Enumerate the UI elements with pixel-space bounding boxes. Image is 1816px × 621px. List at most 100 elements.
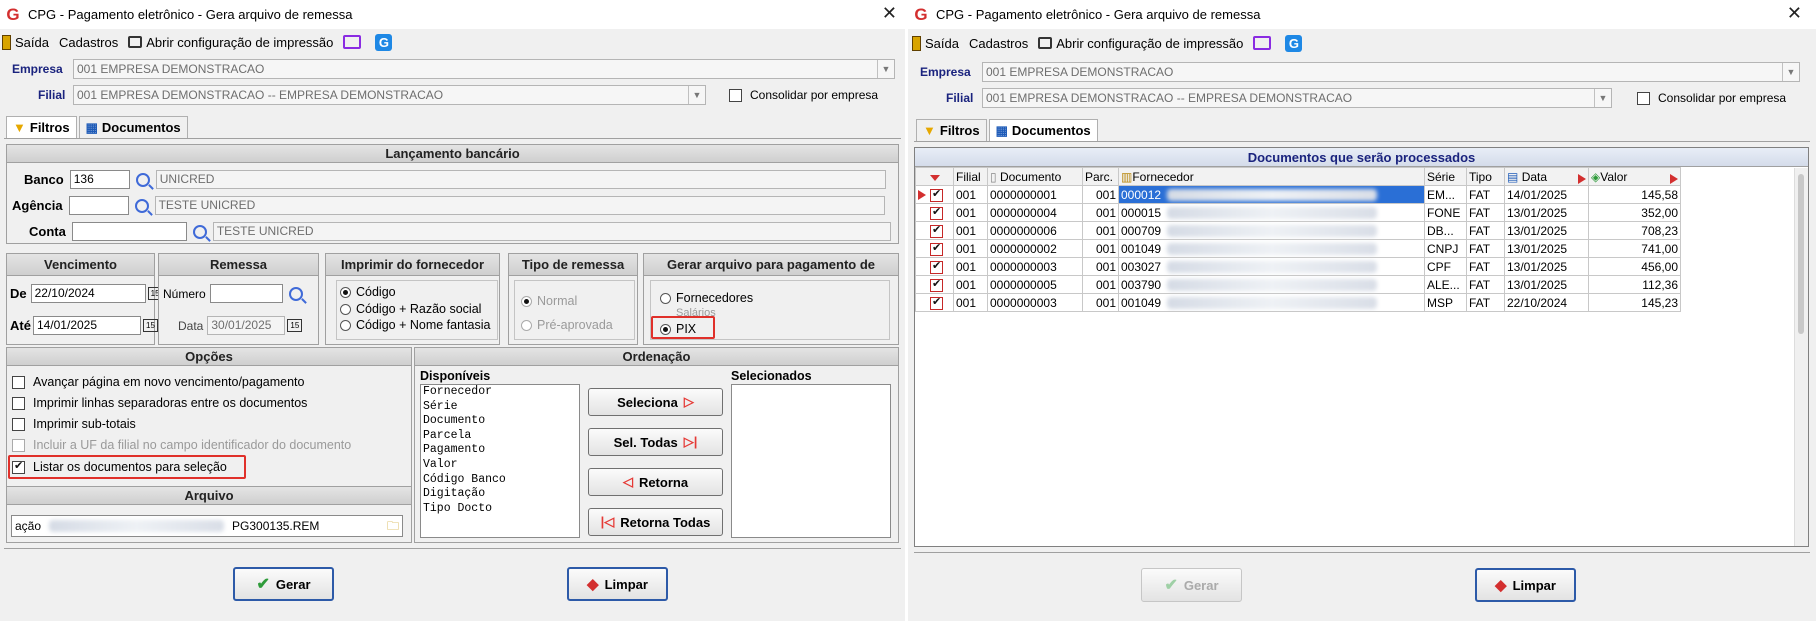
tipo-option-normal[interactable]: Normal bbox=[521, 294, 577, 308]
calendar-icon[interactable]: 15 bbox=[142, 319, 158, 332]
table-row[interactable]: 001 0000000003 001 003027 CPF FAT 13/01/2025 45… bbox=[915, 257, 1681, 276]
selecionados-list[interactable] bbox=[731, 384, 891, 538]
opcao-uf[interactable]: Incluir a UF da filial no campo identifi… bbox=[12, 438, 351, 452]
table-cell-tipo[interactable]: FAT bbox=[1466, 275, 1505, 294]
list-item[interactable]: Fornecedor bbox=[423, 385, 579, 400]
list-item[interactable]: Série bbox=[423, 400, 579, 415]
print-config-button[interactable]: Abrir configuração de impressão bbox=[128, 35, 333, 50]
checkbox[interactable] bbox=[12, 375, 25, 389]
row-selector[interactable] bbox=[915, 275, 954, 294]
column-header[interactable]: ▥Fornecedor bbox=[1118, 167, 1425, 186]
row-selector[interactable] bbox=[915, 185, 954, 204]
limpar-button[interactable]: ◆ Limpar bbox=[1475, 568, 1576, 602]
table-cell-forn[interactable]: 003027 bbox=[1118, 257, 1425, 276]
table-cell-valor[interactable]: 145,58 bbox=[1588, 185, 1681, 204]
column-header[interactable]: ▯ Documento bbox=[987, 167, 1083, 186]
tab-filtros[interactable]: ▼ Filtros bbox=[6, 116, 77, 138]
checkbox[interactable] bbox=[12, 438, 25, 452]
table-cell-doc[interactable]: 0000000003 bbox=[987, 257, 1083, 276]
row-selector[interactable] bbox=[915, 239, 954, 258]
opcao-linhas[interactable]: Imprimir linhas separadoras entre os doc… bbox=[12, 396, 307, 410]
table-row[interactable]: 001 0000000005 001 003790 ALE... FAT 13/01/202… bbox=[915, 275, 1681, 294]
table-cell-data[interactable]: 13/01/2025 bbox=[1504, 239, 1589, 258]
radio-button[interactable] bbox=[340, 286, 351, 298]
radio-button[interactable] bbox=[521, 295, 532, 307]
radio-button[interactable] bbox=[660, 292, 671, 304]
table-cell-tipo[interactable]: FAT bbox=[1466, 239, 1505, 258]
consolidar-checkbox[interactable] bbox=[1637, 92, 1650, 105]
close-icon[interactable]: ✕ bbox=[1787, 3, 1802, 24]
table-cell-filial[interactable]: 001 bbox=[953, 275, 988, 294]
column-header[interactable]: Tipo bbox=[1466, 167, 1505, 186]
table-cell-parc[interactable]: 001 bbox=[1082, 203, 1119, 222]
table-cell-doc[interactable]: 0000000005 bbox=[987, 275, 1083, 294]
filial-select[interactable]: 001 EMPRESA DEMONSTRACAO -- EMPRESA DEMO… bbox=[73, 85, 706, 105]
retorna-todas-button[interactable]: |◁ Retorna Todas bbox=[588, 508, 723, 536]
table-cell-parc[interactable]: 001 bbox=[1082, 239, 1119, 258]
list-item[interactable]: Tipo Docto bbox=[423, 502, 579, 517]
table-cell-data[interactable]: 13/01/2025 bbox=[1504, 221, 1589, 240]
row-selector[interactable] bbox=[915, 293, 954, 312]
table-cell-data[interactable]: 13/01/2025 bbox=[1504, 203, 1589, 222]
list-item[interactable]: Valor bbox=[423, 458, 579, 473]
gerar-button[interactable]: ✔ Gerar bbox=[1141, 568, 1242, 602]
table-cell-data[interactable]: 14/01/2025 bbox=[1504, 185, 1589, 204]
table-cell-forn[interactable]: 000012 bbox=[1118, 185, 1425, 204]
table-row[interactable]: 001 0000000001 001 000012 EM... FAT 14/01/2025… bbox=[915, 185, 1681, 204]
folder-icon[interactable]: 🗀 bbox=[387, 518, 399, 535]
table-cell-forn[interactable]: 001049 bbox=[1118, 239, 1425, 258]
table-cell-filial[interactable]: 001 bbox=[953, 221, 988, 240]
table-cell-doc[interactable]: 0000000006 bbox=[987, 221, 1083, 240]
table-cell-serie[interactable]: CNPJ bbox=[1424, 239, 1467, 258]
column-header[interactable]: ▤ Data bbox=[1504, 167, 1589, 186]
search-icon[interactable] bbox=[134, 198, 149, 213]
filial-select[interactable]: 001 EMPRESA DEMONSTRACAO -- EMPRESA DEMO… bbox=[982, 88, 1612, 108]
g-app-icon[interactable]: G bbox=[1285, 34, 1303, 52]
g-app-icon[interactable]: G bbox=[375, 33, 393, 51]
table-cell-serie[interactable]: CPF bbox=[1424, 257, 1467, 276]
venc-ate-input[interactable]: 14/01/2025 bbox=[32, 316, 141, 335]
monitor-icon[interactable] bbox=[343, 35, 362, 49]
table-cell-tipo[interactable]: FAT bbox=[1466, 257, 1505, 276]
radio-button[interactable] bbox=[340, 319, 351, 331]
table-row[interactable]: 001 0000000004 001 000015 FONE FAT 13/01/2025 3… bbox=[915, 203, 1681, 222]
table-cell-forn[interactable]: 000015 bbox=[1118, 203, 1425, 222]
gerar-option-fornecedores[interactable]: Fornecedores bbox=[660, 291, 753, 305]
radio-button[interactable] bbox=[340, 303, 351, 315]
table-cell-doc[interactable]: 0000000003 bbox=[987, 293, 1083, 312]
disponiveis-list[interactable]: Fornecedor Série Documento Parcela Pagam… bbox=[420, 384, 580, 538]
row-checkbox[interactable] bbox=[930, 259, 943, 274]
opcao-subtotais[interactable]: Imprimir sub-totais bbox=[12, 417, 136, 431]
search-icon[interactable] bbox=[192, 224, 207, 239]
table-cell-tipo[interactable]: FAT bbox=[1466, 293, 1505, 312]
row-selector[interactable] bbox=[915, 203, 954, 222]
cadastros-button[interactable]: Cadastros bbox=[59, 35, 118, 50]
close-icon[interactable]: ✕ bbox=[882, 3, 897, 24]
arquivo-input[interactable]: ação PG300135.REM 🗀 bbox=[11, 515, 403, 537]
table-cell-parc[interactable]: 001 bbox=[1082, 275, 1119, 294]
row-checkbox[interactable] bbox=[930, 241, 943, 256]
radio-button[interactable] bbox=[521, 319, 532, 331]
column-header[interactable]: Série bbox=[1424, 167, 1467, 186]
table-cell-valor[interactable]: 352,00 bbox=[1588, 203, 1681, 222]
opcao-avancar[interactable]: Avançar página em novo vencimento/pagame… bbox=[12, 375, 304, 389]
list-item[interactable]: Documento bbox=[423, 414, 579, 429]
empresa-select[interactable]: 001 EMPRESA DEMONSTRACAO ▼ bbox=[73, 59, 895, 79]
list-item[interactable]: Digitação bbox=[423, 487, 579, 502]
checkbox[interactable] bbox=[12, 417, 25, 431]
table-cell-forn[interactable]: 003790 bbox=[1118, 275, 1425, 294]
row-selector[interactable] bbox=[915, 221, 954, 240]
tab-documentos[interactable]: ▦ Documentos bbox=[78, 116, 188, 138]
imprimir-option-razao[interactable]: Código + Razão social bbox=[340, 302, 481, 316]
table-cell-valor[interactable]: 112,36 bbox=[1588, 275, 1681, 294]
table-cell-valor[interactable]: 456,00 bbox=[1588, 257, 1681, 276]
consolidar-checkbox[interactable] bbox=[729, 89, 742, 102]
table-cell-tipo[interactable]: FAT bbox=[1466, 203, 1505, 222]
agencia-input[interactable] bbox=[68, 196, 129, 215]
cadastros-button[interactable]: Cadastros bbox=[969, 36, 1028, 51]
vertical-scrollbar[interactable] bbox=[1794, 168, 1808, 546]
remessa-numero-input[interactable] bbox=[209, 284, 283, 303]
checkbox[interactable] bbox=[12, 396, 25, 410]
search-icon[interactable] bbox=[135, 172, 150, 187]
table-cell-filial[interactable]: 001 bbox=[953, 239, 988, 258]
